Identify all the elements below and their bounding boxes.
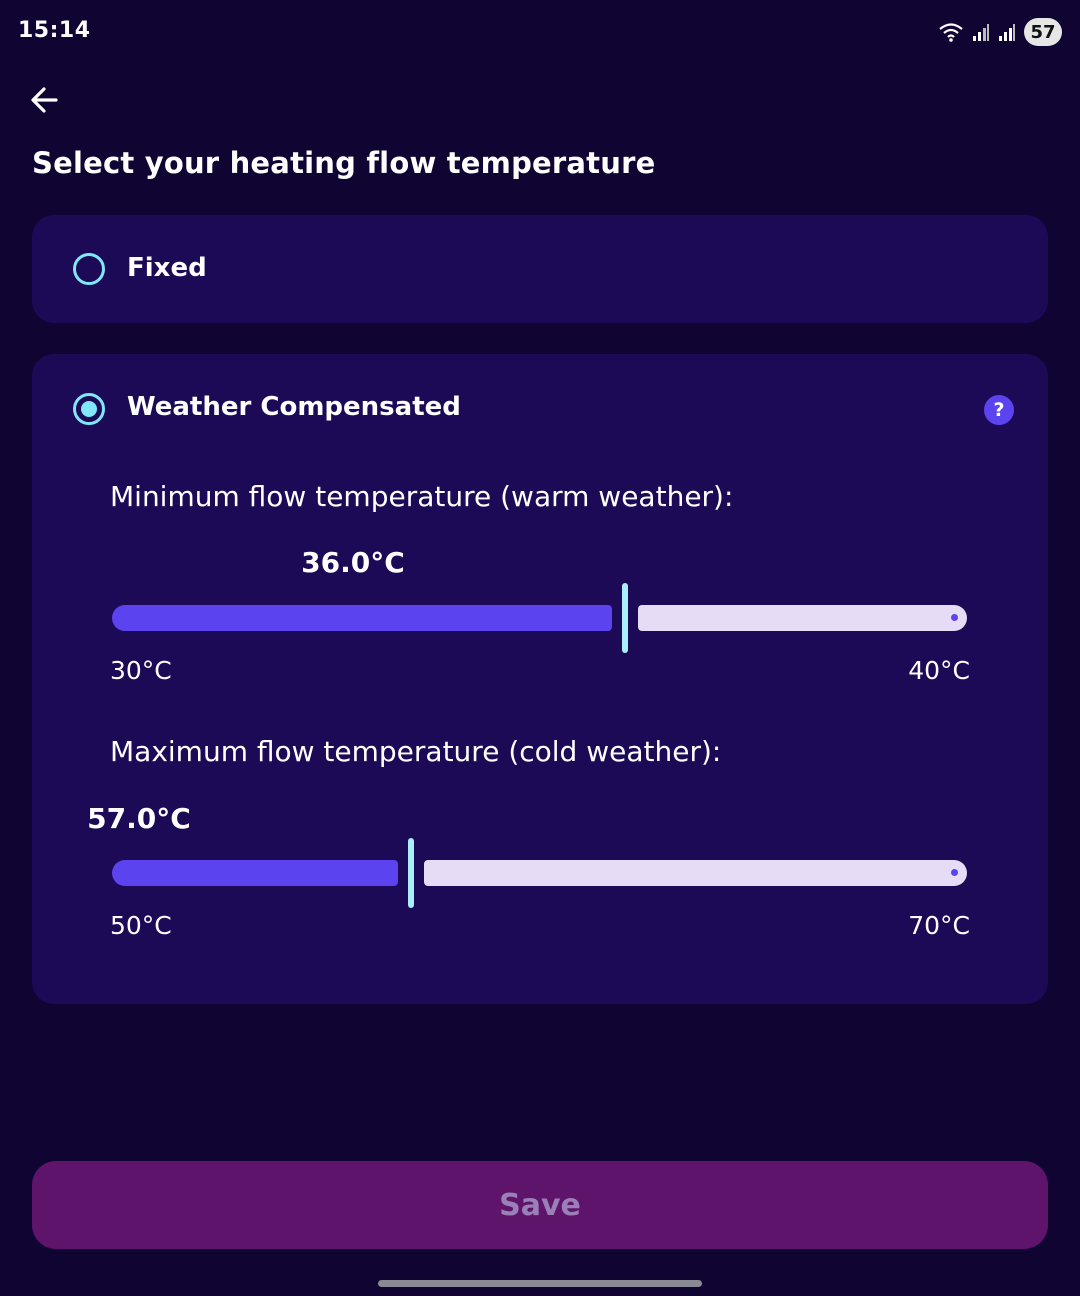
min-flow-range-max: 40°C (908, 656, 970, 685)
max-flow-slider[interactable] (112, 838, 967, 908)
slider-thumb[interactable] (408, 838, 414, 908)
max-flow-range-min: 50°C (110, 911, 172, 940)
slider-stop-indicator (951, 869, 958, 876)
screen: 15:14 57 Select your heating flow temper… (0, 0, 1080, 1296)
option-card-weather-compensated[interactable]: Weather Compensated ? Minimum flow tempe… (32, 354, 1048, 1004)
min-flow-value: 36.0°C (301, 546, 405, 579)
slider-active-track (112, 860, 398, 886)
page-title: Select your heating flow temperature (32, 146, 656, 180)
signal-icon-sim1 (973, 24, 989, 41)
max-flow-range-max: 70°C (908, 911, 970, 940)
max-flow-heading: Maximum flow temperature (cold weather): (110, 735, 722, 768)
signal-icon-sim2 (999, 24, 1015, 41)
option-label-weather-compensated: Weather Compensated (127, 392, 461, 422)
radio-weather-compensated[interactable] (73, 393, 105, 425)
radio-fixed[interactable] (73, 253, 105, 285)
max-flow-value: 57.0°C (87, 802, 191, 835)
status-time: 15:14 (18, 18, 91, 43)
battery-indicator: 57 (1024, 18, 1062, 46)
save-button[interactable]: Save (32, 1161, 1048, 1249)
option-card-fixed[interactable]: Fixed (32, 215, 1048, 323)
slider-active-track (112, 605, 612, 631)
help-icon[interactable]: ? (984, 395, 1014, 425)
option-label-fixed: Fixed (127, 253, 207, 283)
slider-inactive-track (638, 605, 967, 631)
slider-stop-indicator (951, 614, 958, 621)
back-arrow-icon[interactable] (26, 80, 66, 120)
status-icons: 57 (938, 16, 1062, 48)
min-flow-slider[interactable] (112, 583, 967, 653)
home-indicator[interactable] (378, 1280, 702, 1287)
slider-inactive-track (424, 860, 967, 886)
slider-thumb[interactable] (622, 583, 628, 653)
wifi-icon (939, 23, 963, 42)
min-flow-heading: Minimum flow temperature (warm weather): (110, 480, 734, 513)
min-flow-range-min: 30°C (110, 656, 172, 685)
